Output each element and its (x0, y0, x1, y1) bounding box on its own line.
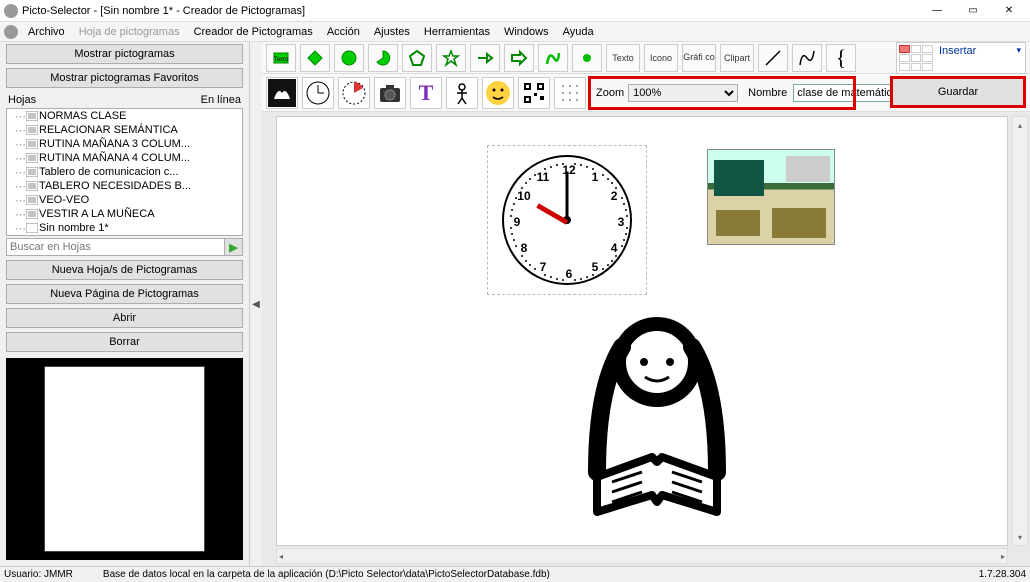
zoom-select[interactable]: 100% (628, 84, 738, 102)
scroll-up-icon[interactable]: ▴ (1013, 117, 1027, 133)
menu-creador[interactable]: Creador de Pictogramas (188, 24, 319, 40)
abrir-button[interactable]: Abrir (6, 308, 243, 328)
clock-icon[interactable] (302, 77, 334, 109)
mostrar-pictogramas-button[interactable]: Mostrar pictogramas (6, 44, 243, 64)
chevron-down-icon: ▾ (1016, 45, 1021, 56)
hojas-label: Hojas (8, 94, 36, 106)
hands-icon[interactable] (266, 77, 298, 109)
student-reading-pictogram[interactable] (537, 307, 777, 547)
insert-label: Insertar (939, 45, 976, 57)
text-t-icon[interactable]: T (410, 77, 442, 109)
title-bar: Picto-Selector - [Sin nombre 1* - Creado… (0, 0, 1030, 22)
menu-windows[interactable]: Windows (498, 24, 555, 40)
maximize-button[interactable]: ▭ (956, 2, 990, 20)
grafico-tool[interactable]: Gráfi co (682, 44, 716, 72)
menu-ajustes[interactable]: Ajustes (368, 24, 416, 40)
app-icon (4, 4, 18, 18)
qr-icon[interactable] (518, 77, 550, 109)
clipart-tool[interactable]: Clipart (720, 44, 754, 72)
curve-tool-icon[interactable] (538, 44, 568, 72)
status-bar: Usuario: JMMR Base de datos local en la … (0, 566, 1030, 582)
preview-page (44, 366, 205, 552)
page-preview (6, 358, 243, 560)
arrow-thick-tool-icon[interactable] (504, 44, 534, 72)
grid-dots-icon[interactable] (554, 77, 586, 109)
shape-toolbar: Texto Texto Icono Gráfi co Clipart { (262, 42, 1030, 74)
list-item[interactable]: ⋯RELACIONAR SEMÁNTICA (7, 123, 242, 137)
menu-bar: Archivo Hoja de pictogramas Creador de P… (0, 22, 1030, 42)
brace-tool-icon[interactable]: { (826, 44, 856, 72)
classroom-photo[interactable] (707, 149, 835, 245)
canvas-viewport: 123456789101112 (262, 112, 1030, 566)
list-item[interactable]: ⋯VEO-VEO (7, 193, 242, 207)
pie-tool-icon[interactable] (368, 44, 398, 72)
nueva-pagina-button[interactable]: Nueva Página de Pictogramas (6, 284, 243, 304)
timer-icon[interactable] (338, 77, 370, 109)
grid-icon (897, 43, 935, 73)
search-input[interactable] (6, 238, 225, 256)
person-icon[interactable] (446, 77, 478, 109)
menu-archivo[interactable]: Archivo (22, 24, 71, 40)
panel-toggle[interactable]: ◀ (250, 42, 262, 566)
svg-text:Texto: Texto (274, 57, 289, 63)
horizontal-scrollbar[interactable]: ◂ ▸ (276, 548, 1008, 564)
secondary-toolbar: T Zoom 100% Nombre Guardar (262, 74, 1030, 112)
list-item[interactable]: ⋯NORMAS CLASE (7, 109, 242, 123)
list-item[interactable]: ⋯VESTIR A LA MUÑECA (7, 207, 242, 221)
borrar-button[interactable]: Borrar (6, 332, 243, 352)
bezier-tool-icon[interactable] (792, 44, 822, 72)
list-item[interactable]: ⋯RUTINA MAÑANA 4 COLUM... (7, 151, 242, 165)
star-tool-icon[interactable] (436, 44, 466, 72)
menu-herramientas[interactable]: Herramientas (418, 24, 496, 40)
nombre-label: Nombre (748, 87, 787, 99)
left-panel: Mostrar pictogramas Mostrar pictogramas … (0, 42, 250, 566)
en-linea-label: En línea (201, 94, 241, 106)
texto-tool[interactable]: Texto (606, 44, 640, 72)
camera-icon[interactable] (374, 77, 406, 109)
status-version: 1.7.28.304 (979, 569, 1026, 580)
app-icon (4, 25, 18, 39)
scroll-left-icon[interactable]: ◂ (279, 552, 283, 561)
circle-tool-icon[interactable] (334, 44, 364, 72)
sheets-tree[interactable]: ⋯NORMAS CLASE ⋯RELACIONAR SEMÁNTICA ⋯RUT… (6, 108, 243, 236)
menu-accion[interactable]: Acción (321, 24, 366, 40)
list-item[interactable]: ⋯Sin nombre 1* (7, 221, 242, 235)
vertical-scrollbar[interactable]: ▴ ▾ (1012, 116, 1028, 546)
minimize-button[interactable]: — (920, 2, 954, 20)
list-item[interactable]: ⋯RUTINA MAÑANA 3 COLUM... (7, 137, 242, 151)
diamond-tool-icon[interactable] (300, 44, 330, 72)
smiley-icon[interactable] (482, 77, 514, 109)
guardar-button[interactable]: Guardar (890, 76, 1026, 108)
canvas[interactable]: 123456789101112 (276, 116, 1008, 546)
icono-tool[interactable]: Icono (644, 44, 678, 72)
status-db: Base de datos local en la carpeta de la … (103, 569, 550, 580)
insert-dropdown[interactable]: Insertar ▾ (896, 42, 1026, 74)
close-button[interactable]: ✕ (992, 2, 1026, 20)
editor-area: Texto Texto Icono Gráfi co Clipart { (262, 42, 1030, 566)
mostrar-favoritos-button[interactable]: Mostrar pictogramas Favoritos (6, 68, 243, 88)
window-title: Picto-Selector - [Sin nombre 1* - Creado… (22, 5, 920, 17)
line-tool-icon[interactable] (758, 44, 788, 72)
status-user: Usuario: JMMR (4, 569, 73, 580)
list-item[interactable]: ⋯Tablero de comunicacion c... (7, 165, 242, 179)
search-go-button[interactable]: ▶ (225, 238, 243, 256)
nueva-hojas-button[interactable]: Nueva Hoja/s de Pictogramas (6, 260, 243, 280)
zoom-label: Zoom (596, 87, 624, 99)
menu-ayuda[interactable]: Ayuda (557, 24, 600, 40)
menu-hoja[interactable]: Hoja de pictogramas (73, 24, 186, 40)
arrow-right-tool-icon[interactable] (470, 44, 500, 72)
clock-pictogram[interactable]: 123456789101112 (487, 145, 647, 295)
scroll-right-icon[interactable]: ▸ (1001, 552, 1005, 561)
pentagon-tool-icon[interactable] (402, 44, 432, 72)
list-item[interactable]: ⋯TABLERO NECESIDADES B... (7, 179, 242, 193)
dot-tool-icon[interactable] (572, 44, 602, 72)
rect-tool-icon[interactable]: Texto (266, 44, 296, 72)
scroll-down-icon[interactable]: ▾ (1013, 529, 1027, 545)
